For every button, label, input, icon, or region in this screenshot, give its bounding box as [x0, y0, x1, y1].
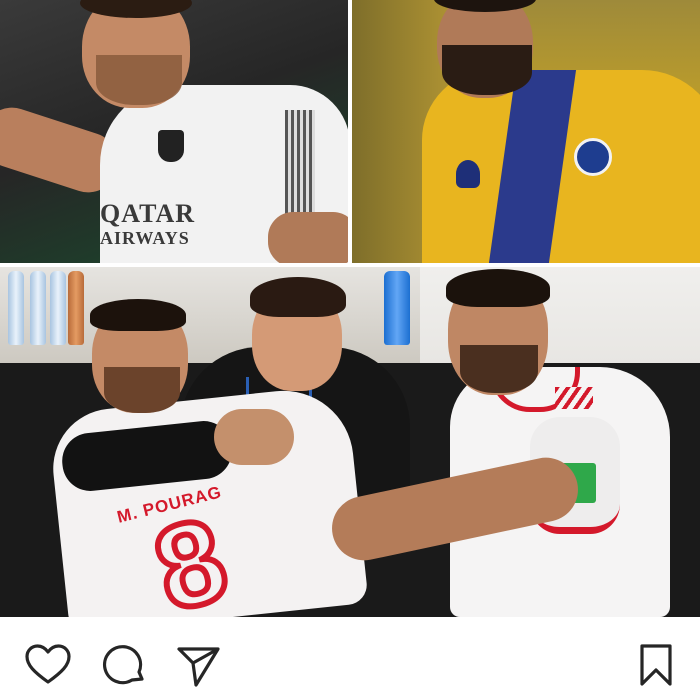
kit-logo [456, 160, 480, 188]
like-button[interactable] [24, 641, 72, 689]
heart-icon [25, 644, 71, 684]
photo-top-left: QATAR AIRWAYS [0, 0, 348, 263]
save-button[interactable] [632, 641, 680, 689]
player-beard-right [460, 345, 538, 393]
jersey-sponsor-line2: AIRWAYS [100, 228, 190, 248]
hand [214, 409, 294, 465]
jersey-sponsor-line1: QATAR [100, 199, 196, 228]
bookmark-icon [640, 644, 672, 686]
club-crest [574, 138, 612, 176]
player-hair-left [90, 299, 186, 331]
drink-bottle [68, 271, 84, 345]
player-beard [96, 55, 182, 105]
jersey-stripe [285, 110, 315, 220]
post-photo-collage[interactable]: QATAR AIRWAYS 11 [0, 0, 700, 617]
player-beard-left [104, 367, 180, 413]
share-button[interactable] [174, 641, 222, 689]
drink-bottle [384, 271, 410, 345]
water-bottle [30, 271, 46, 345]
player-hair-right [446, 269, 550, 307]
water-bottle [50, 271, 66, 345]
photo-bottom: 11 M. POURAG 8 [0, 267, 700, 617]
jersey-sponsor: QATAR AIRWAYS [100, 199, 210, 250]
jersey-stripes [555, 387, 593, 409]
comment-icon [102, 645, 144, 685]
comment-button[interactable] [100, 641, 148, 689]
club-crest [158, 130, 184, 162]
post-action-bar [0, 617, 700, 700]
share-icon [177, 647, 220, 687]
photo-top-right [352, 0, 700, 263]
player-beard [442, 45, 532, 95]
player-arm-right [268, 212, 348, 263]
water-bottle [8, 271, 24, 345]
player-hair-middle [250, 277, 346, 317]
